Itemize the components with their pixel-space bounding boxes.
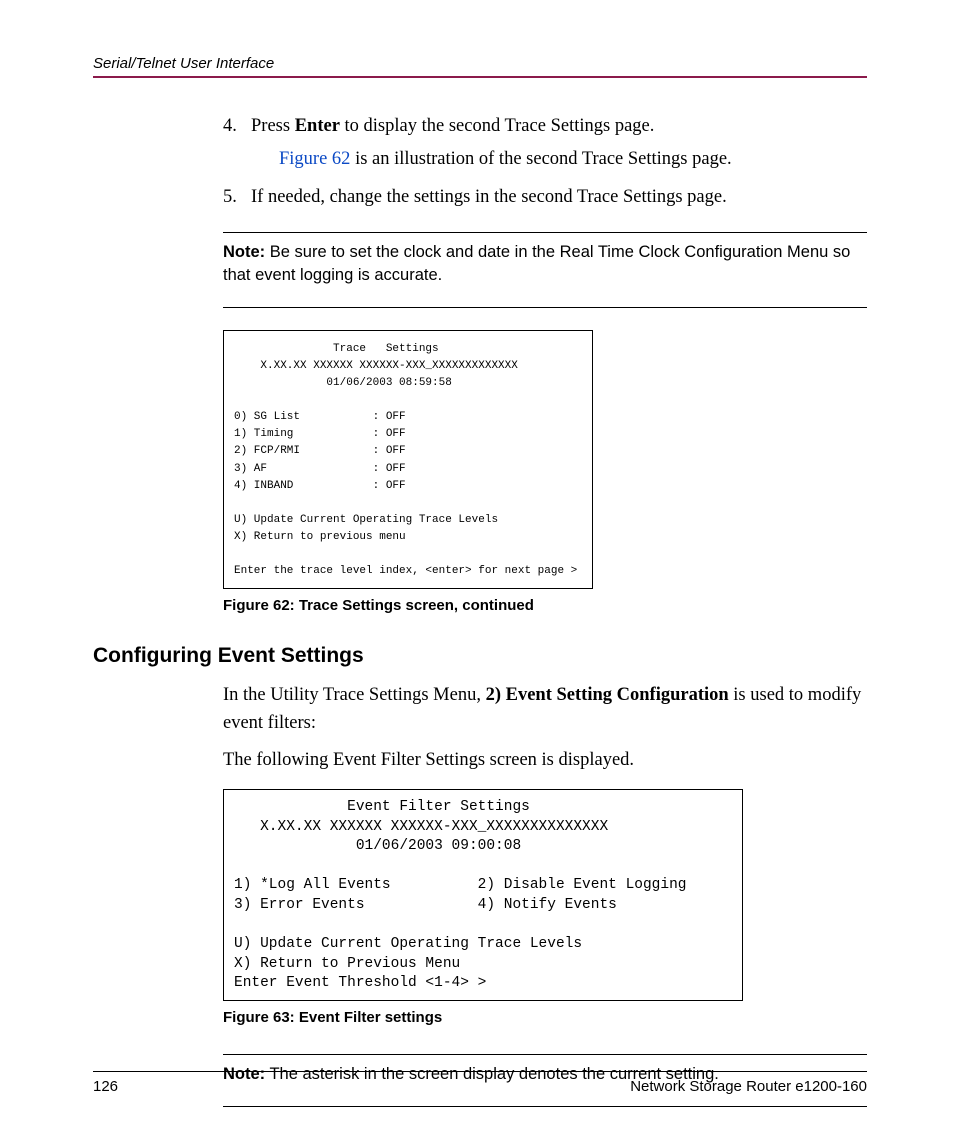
figure-62-link[interactable]: Figure 62: [279, 149, 350, 169]
footer-rule: [93, 1071, 867, 1072]
figure-62-caption: Figure 62: Trace Settings screen, contin…: [223, 597, 867, 614]
step-list: 4. Press Enter to display the second Tra…: [223, 112, 867, 212]
p1-bold: 2) Event Setting Configuration: [486, 685, 729, 705]
note-1: Note: Be sure to set the clock and date …: [223, 241, 867, 287]
step-number: 5.: [223, 183, 237, 212]
step-text-b: to display the second Trace Settings pag…: [340, 116, 654, 136]
section-heading: Configuring Event Settings: [93, 644, 867, 668]
figure-63-box: Event Filter Settings X.XX.XX XXXXXX XXX…: [223, 789, 743, 1001]
footer-row: 126 Network Storage Router e1200-160: [93, 1078, 867, 1095]
step-4: 4. Press Enter to display the second Tra…: [223, 112, 867, 173]
step-5: 5. If needed, change the settings in the…: [223, 183, 867, 212]
running-header: Serial/Telnet User Interface: [93, 55, 867, 72]
page: Serial/Telnet User Interface 4. Press En…: [0, 0, 954, 1145]
step-text-a: Press: [251, 116, 295, 136]
doc-title: Network Storage Router e1200-160: [630, 1078, 867, 1095]
note2-rule-top: [223, 1054, 867, 1055]
step-4-subtext: Figure 62 is an illustration of the seco…: [279, 145, 867, 174]
step-4-sub-rest: is an illustration of the second Trace S…: [350, 149, 731, 169]
note-label: Note:: [223, 243, 265, 261]
header-rule: [93, 76, 867, 78]
note2-rule-bottom: [223, 1106, 867, 1107]
figure-63-caption: Figure 63: Event Filter settings: [223, 1009, 867, 1026]
section-p2: The following Event Filter Settings scre…: [223, 747, 867, 775]
page-footer: 126 Network Storage Router e1200-160: [93, 1071, 867, 1095]
page-number: 126: [93, 1078, 118, 1095]
note-body: Be sure to set the clock and date in the…: [223, 243, 850, 284]
section-p1: In the Utility Trace Settings Menu, 2) E…: [223, 682, 867, 738]
section-body: In the Utility Trace Settings Menu, 2) E…: [223, 682, 867, 1107]
note-rule-top: [223, 232, 867, 233]
main-content: 4. Press Enter to display the second Tra…: [223, 112, 867, 614]
figure-62-box: Trace Settings X.XX.XX XXXXXX XXXXXX-XXX…: [223, 330, 593, 589]
p1-a: In the Utility Trace Settings Menu,: [223, 685, 486, 705]
step-number: 4.: [223, 112, 237, 141]
step-text: If needed, change the settings in the se…: [251, 187, 727, 207]
enter-key: Enter: [295, 116, 340, 136]
note-rule-bottom: [223, 307, 867, 308]
